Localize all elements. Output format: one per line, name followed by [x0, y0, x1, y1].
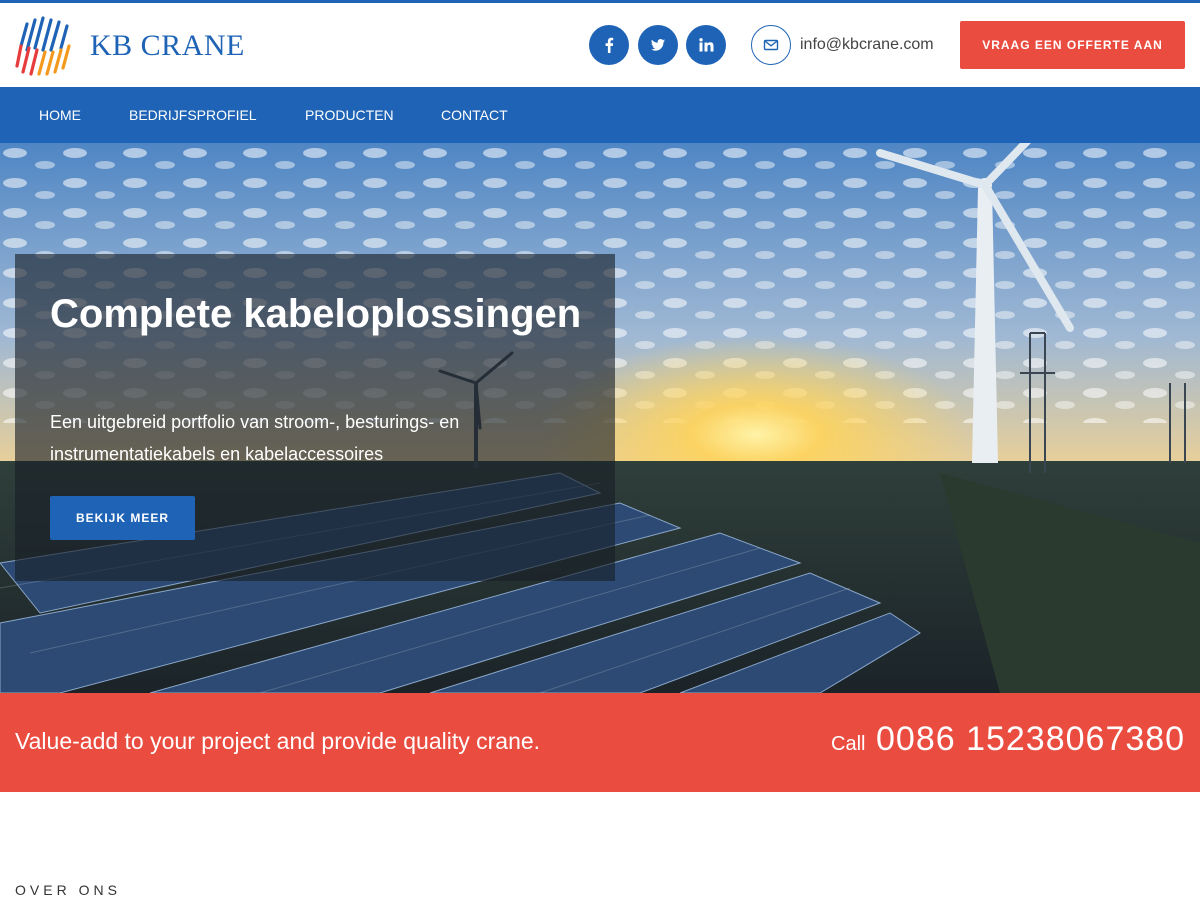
- brand-name[interactable]: KB CRANE: [90, 29, 245, 63]
- cta-tagline: Value-add to your project and provide qu…: [15, 728, 541, 754]
- call-to-action-bar: Value-add to your project and provide qu…: [0, 693, 1200, 792]
- view-more-button[interactable]: BEKIJK MEER: [50, 496, 195, 540]
- site-header: KB CRANE info@kbcrane.com VRAAG EEN OFFE…: [0, 3, 1200, 87]
- hero-banner: Complete kabeloplossingen Een uitgebreid…: [0, 143, 1200, 693]
- hero-title: Complete kabeloplossingen: [50, 292, 582, 336]
- logo-icon[interactable]: [15, 16, 75, 76]
- cta-call-label: Call: [831, 733, 866, 755]
- nav-item-contact[interactable]: CONTACT: [441, 107, 508, 123]
- nav-item-company-profile[interactable]: BEDRIJFSPROFIEL: [129, 107, 257, 123]
- cta-phone-number[interactable]: 0086 15238067380: [876, 720, 1185, 759]
- email-icon[interactable]: [751, 25, 791, 65]
- linkedin-icon[interactable]: [686, 25, 726, 65]
- twitter-icon[interactable]: [638, 25, 678, 65]
- hero-content-box: Complete kabeloplossingen Een uitgebreid…: [15, 254, 615, 581]
- request-quote-button[interactable]: VRAAG EEN OFFERTE AAN: [960, 21, 1185, 69]
- facebook-icon[interactable]: [589, 25, 629, 65]
- email-link[interactable]: info@kbcrane.com: [800, 36, 934, 54]
- nav-item-products[interactable]: PRODUCTEN: [305, 107, 394, 123]
- nav-item-home[interactable]: HOME: [39, 107, 81, 123]
- hero-subtitle: Een uitgebreid portfolio van stroom-, be…: [50, 412, 460, 464]
- about-section-label: OVER ONS: [15, 882, 121, 898]
- main-navigation: HOME BEDRIJFSPROFIEL PRODUCTEN CONTACT: [0, 87, 1200, 143]
